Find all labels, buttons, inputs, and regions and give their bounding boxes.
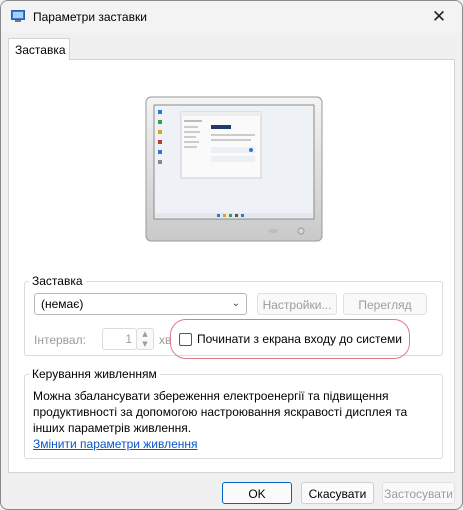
monitor-preview <box>145 96 323 242</box>
screensaver-select[interactable]: (немає) ⌄ <box>34 293 247 315</box>
screensaver-group-label: Заставка <box>32 274 83 288</box>
change-power-settings-link[interactable]: Змінити параметри живлення <box>33 437 198 451</box>
close-icon[interactable]: ✕ <box>416 1 462 33</box>
interval-label: Інтервал: <box>34 333 86 347</box>
chevron-down-icon: ⌄ <box>231 298 240 309</box>
cancel-button[interactable]: Скасувати <box>301 482 374 504</box>
interval-input[interactable]: 1 <box>102 328 137 350</box>
tab-screensaver[interactable]: Заставка <box>8 38 70 60</box>
spin-down-icon[interactable]: ▼ <box>137 339 153 349</box>
screensaver-settings-dialog: Параметри заставки ✕ Заставка Заставка (… <box>0 0 463 510</box>
preview-button[interactable]: Перегляд <box>343 293 427 315</box>
window-title: Параметри заставки <box>33 10 147 24</box>
resume-checkbox-label: Починати з екрана входу до системи <box>197 332 402 346</box>
resume-checkbox-row[interactable]: Починати з екрана входу до системи <box>179 332 402 346</box>
power-group-label: Керування живленням <box>32 367 157 381</box>
interval-stepper[interactable]: ▲ ▼ <box>136 328 154 350</box>
apply-button[interactable]: Застосувати <box>382 482 455 504</box>
spin-up-icon[interactable]: ▲ <box>137 329 153 339</box>
title-bar: Параметри заставки ✕ <box>1 1 462 33</box>
screensaver-select-value: (немає) <box>41 297 84 311</box>
resume-checkbox[interactable] <box>179 332 192 346</box>
settings-button[interactable]: Настройки... <box>257 293 337 315</box>
power-description: Можна збалансувати збереження електроене… <box>33 389 408 435</box>
monitor-app-icon <box>11 10 25 22</box>
ok-button[interactable]: OK <box>222 482 292 504</box>
